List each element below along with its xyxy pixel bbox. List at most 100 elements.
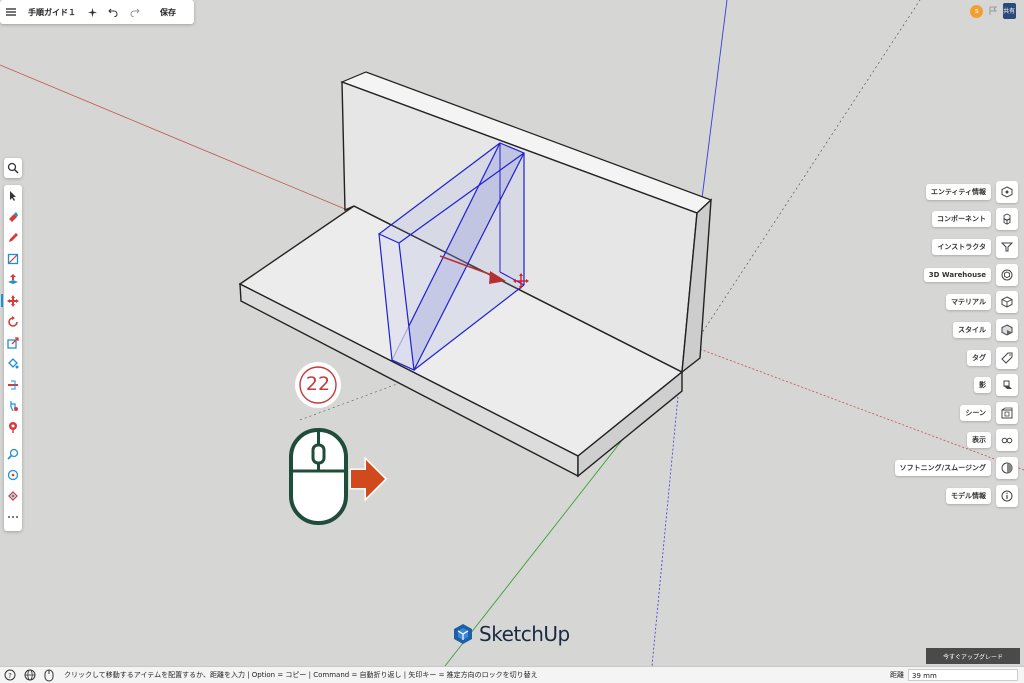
hamburger-icon <box>6 8 16 16</box>
undo-button[interactable] <box>102 0 124 24</box>
move-tool[interactable] <box>1 290 22 311</box>
walk-icon <box>10 400 18 411</box>
panel-tags[interactable]: タグ <box>967 346 1018 370</box>
flag-icon[interactable] <box>988 6 998 16</box>
menu-button[interactable] <box>0 0 22 24</box>
section-plane-tool[interactable] <box>4 374 22 395</box>
panel-label[interactable]: タグ <box>967 350 991 366</box>
green-axis-dotted <box>680 0 921 366</box>
ai-button[interactable] <box>82 0 102 24</box>
position-camera-tool[interactable] <box>4 416 22 437</box>
warehouse-button[interactable] <box>996 264 1018 286</box>
scale-tool[interactable] <box>4 332 22 353</box>
account-bar: s 共有 <box>968 0 1018 22</box>
status-bar: ? クリックして移動するアイテムを配置するか、距離を入力 | Option = … <box>0 666 1024 683</box>
measure-input[interactable]: 39 mm <box>908 669 1018 681</box>
zoom-tool[interactable] <box>4 443 22 464</box>
eraser-icon <box>9 211 18 222</box>
sketchup-logo: SketchUp <box>452 622 570 646</box>
pencil-tool[interactable] <box>4 227 22 248</box>
step-number: 22 <box>305 373 331 395</box>
panel-label[interactable]: シーン <box>960 405 991 421</box>
tags-icon <box>1001 352 1013 364</box>
logo-text: SketchUp <box>479 622 570 646</box>
instructor-icon <box>1001 242 1013 252</box>
panel-3d-warehouse[interactable]: 3D Warehouse <box>923 263 1018 287</box>
upgrade-button[interactable]: 今すぐアップグレード <box>926 648 1020 664</box>
panel-label[interactable]: スタイル <box>953 322 991 338</box>
select-tool[interactable] <box>4 185 22 206</box>
rectangle-icon <box>7 253 19 264</box>
entity-info-icon <box>1001 186 1013 198</box>
search-button[interactable] <box>4 158 22 178</box>
left-toolbar <box>1 185 22 531</box>
push-pull-icon <box>8 273 18 284</box>
panel-shadows[interactable]: 影 <box>974 373 1018 397</box>
top-toolbar: 手順ガイド１ 保存 <box>0 0 194 24</box>
panel-components[interactable]: コンポーネント <box>932 207 1018 231</box>
panel-entity-info[interactable]: エンティティ情報 <box>925 180 1018 204</box>
panel-soften-smooth[interactable]: ソフトニング/スムージング <box>894 456 1018 480</box>
model-canvas[interactable] <box>0 0 1024 667</box>
redo-icon <box>130 8 140 17</box>
styles-icon <box>1001 324 1013 336</box>
paint-bucket-tool[interactable] <box>4 353 22 374</box>
interact-tool[interactable] <box>4 485 22 506</box>
rotate-icon <box>8 315 18 327</box>
components-button[interactable] <box>996 208 1018 230</box>
model-info-icon <box>1001 490 1013 502</box>
status-message: クリックして移動するアイテムを配置するか、距離を入力 | Option = コピ… <box>64 671 538 679</box>
display-icon <box>1001 437 1013 444</box>
panel-label[interactable]: 3D Warehouse <box>923 268 991 282</box>
eraser-tool[interactable] <box>4 206 22 227</box>
walk-tool[interactable] <box>4 395 22 416</box>
panel-label[interactable]: エンティティ情報 <box>925 184 991 200</box>
position-camera-icon <box>9 421 17 433</box>
rectangle-tool[interactable] <box>4 248 22 269</box>
avatar[interactable]: s <box>970 4 984 18</box>
styles-button[interactable] <box>996 319 1018 341</box>
rotate-tool[interactable] <box>4 311 22 332</box>
panel-label[interactable]: コンポーネント <box>932 211 991 227</box>
soften-smooth-button[interactable] <box>996 457 1018 479</box>
tags-button[interactable] <box>996 347 1018 369</box>
panel-label[interactable]: ソフトニング/スムージング <box>894 460 991 476</box>
section-plane-icon <box>8 380 18 389</box>
panel-label[interactable]: 表示 <box>967 432 991 448</box>
orbit-tool[interactable] <box>4 464 22 485</box>
more-tools[interactable] <box>4 506 22 527</box>
display-button[interactable] <box>996 429 1018 451</box>
entity-info-button[interactable] <box>996 181 1018 203</box>
panel-label[interactable]: 影 <box>974 377 991 393</box>
panel-label[interactable]: マテリアル <box>946 294 991 310</box>
soften-smooth-icon <box>1001 462 1013 474</box>
redo-button[interactable] <box>124 0 146 24</box>
viewport-3d[interactable]: 22 <box>0 0 1024 667</box>
drag-right-arrow-icon <box>349 456 388 502</box>
save-button[interactable]: 保存 <box>150 0 186 24</box>
share-button[interactable]: 共有 <box>1002 3 1016 19</box>
undo-icon <box>108 8 118 17</box>
more-icon <box>8 515 18 518</box>
panel-label[interactable]: モデル情報 <box>946 488 991 504</box>
panel-styles[interactable]: スタイル <box>953 318 1018 342</box>
mouse-status-icon <box>44 669 54 681</box>
model-info-button[interactable] <box>996 485 1018 507</box>
panel-scenes[interactable]: シーン <box>960 401 1018 425</box>
instructor-button[interactable] <box>996 236 1018 258</box>
materials-button[interactable] <box>996 291 1018 313</box>
push-pull-tool[interactable] <box>4 269 22 290</box>
globe-icon[interactable] <box>24 669 36 681</box>
help-icon[interactable]: ? <box>4 669 16 681</box>
panel-model-info[interactable]: モデル情報 <box>946 484 1018 508</box>
panel-display[interactable]: 表示 <box>967 428 1018 452</box>
panel-instructor[interactable]: インストラクタ <box>932 235 1018 259</box>
file-name[interactable]: 手順ガイド１ <box>22 0 82 24</box>
mouse-icon <box>289 428 348 525</box>
scenes-button[interactable] <box>996 402 1018 424</box>
measure-label: 距離 <box>890 671 904 679</box>
shadows-button[interactable] <box>996 374 1018 396</box>
panel-materials[interactable]: マテリアル <box>946 290 1018 314</box>
sketchup-logo-icon <box>454 624 472 644</box>
panel-label[interactable]: インストラクタ <box>932 239 991 255</box>
